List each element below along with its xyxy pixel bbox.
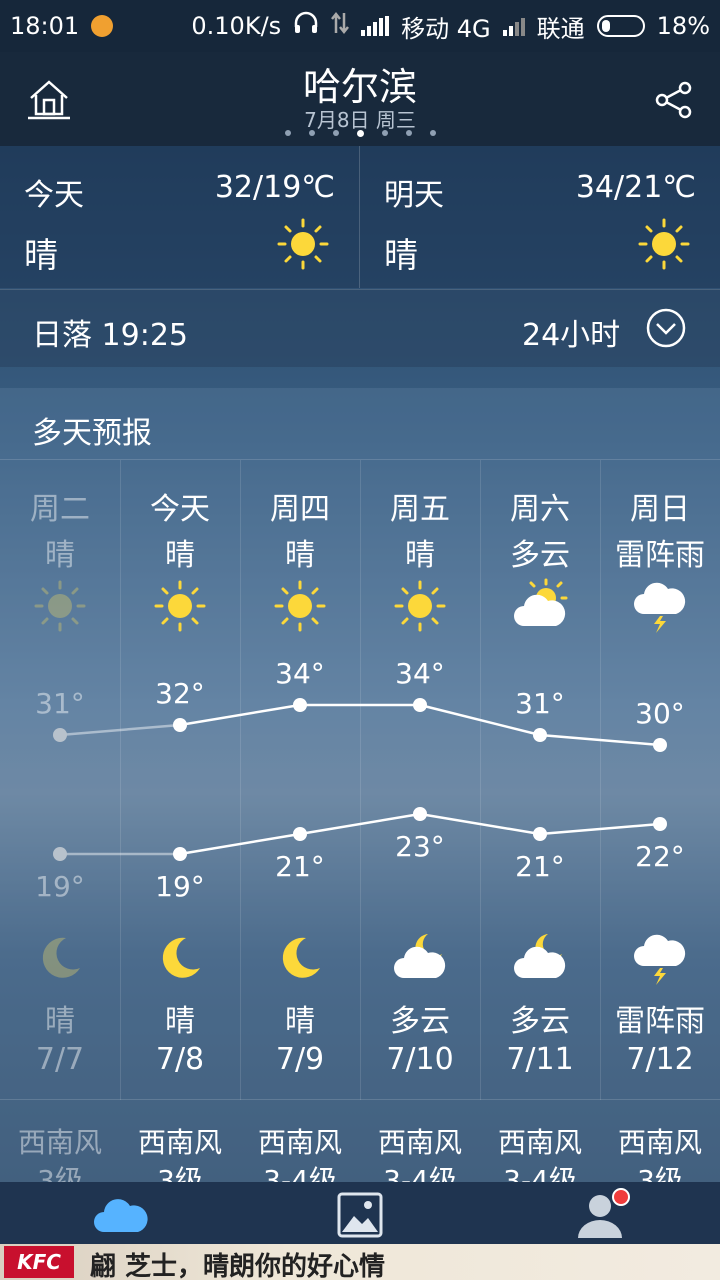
high-temp-point — [293, 698, 307, 712]
date-subtitle: 7月8日 周三 — [304, 108, 416, 132]
tomorrow-temp: 34/21℃ — [575, 170, 696, 205]
high-temp-label: 34° — [275, 657, 325, 690]
night-condition: 晴 — [165, 1004, 195, 1039]
low-temp-point — [173, 847, 187, 861]
today-label: 今天 — [24, 178, 84, 213]
high-temp-line — [59, 723, 181, 737]
low-temp-label: 21° — [275, 850, 325, 883]
low-temp-label: 19° — [35, 870, 85, 903]
headphone-icon — [293, 11, 319, 41]
tomorrow-condition: 晴 — [384, 236, 418, 276]
battery-icon — [596, 15, 645, 37]
network-speed: 0.10K/s — [191, 12, 282, 40]
chevron-down-icon[interactable] — [646, 308, 686, 348]
low-temp-point — [533, 827, 547, 841]
ad-text: 翩 芝士，晴朗你的好心情 — [90, 1252, 386, 1280]
today-summary[interactable]: 今天 32/19℃ 晴 — [0, 146, 360, 288]
low-temp-label: 21° — [515, 850, 565, 883]
share-icon[interactable] — [654, 80, 694, 120]
sunset-time: 日落 19:25 — [32, 318, 188, 353]
high-temp-label: 30° — [635, 697, 685, 730]
page-dot — [381, 130, 388, 136]
day-date: 7/8 — [155, 1042, 205, 1077]
tomorrow-summary[interactable]: 明天 34/21℃ 晴 — [360, 146, 720, 288]
night-condition: 晴 — [45, 1004, 75, 1039]
today-temp: 32/19℃ — [214, 170, 335, 205]
low-temp-point — [413, 807, 427, 821]
signal-icon-1 — [361, 16, 390, 36]
temperature-chart: 31° 32° 34° 34° 31° 30° 19° 19° 21° 23° 21° 22° — [35, 657, 685, 903]
status-time: 18:01 — [10, 12, 80, 40]
day-date: 7/12 — [626, 1042, 694, 1077]
low-temp-label: 19° — [155, 870, 205, 903]
low-temp-point — [653, 817, 667, 831]
page-indicator — [0, 130, 720, 137]
sun-icon — [636, 216, 692, 272]
page-dot — [405, 130, 412, 136]
app-notification-icon — [91, 15, 114, 37]
high-temp-point — [173, 718, 187, 732]
today-condition: 晴 — [24, 236, 58, 276]
wind-direction: 西南风 — [137, 1126, 222, 1159]
city-title[interactable]: 哈尔滨 — [0, 56, 720, 111]
ad-brand-logo: KFC — [4, 1246, 74, 1278]
wind-direction: 西南风 — [257, 1126, 342, 1159]
high-temp-label: 34° — [395, 657, 445, 690]
night-condition: 晴 — [285, 1004, 315, 1039]
page-dot — [356, 130, 364, 137]
data-transfer-icon — [331, 11, 350, 41]
ad-banner[interactable]: KFC 翩 芝士，晴朗你的好心情 — [0, 1244, 720, 1280]
high-temp-label: 31° — [515, 687, 565, 720]
picture-icon — [332, 1192, 388, 1240]
high-temp-label: 31° — [35, 687, 85, 720]
high-temp-line — [539, 733, 661, 747]
page-dot — [332, 130, 339, 136]
wind-direction: 西南风 — [17, 1126, 102, 1159]
sun-icon — [275, 216, 331, 272]
status-bar: 18:01 0.10K/s 移动 4G 联通 18% — [0, 0, 720, 52]
low-temp-label: 23° — [395, 830, 445, 863]
day-date: 7/11 — [506, 1042, 574, 1077]
wind-direction: 西南风 — [497, 1126, 582, 1159]
night-condition: 多云 — [510, 1004, 570, 1039]
low-temp-line — [539, 822, 661, 836]
carrier-2: 联通 — [536, 14, 585, 43]
low-temp-label: 22° — [635, 840, 685, 873]
tomorrow-label: 明天 — [384, 178, 444, 213]
cloud-icon — [92, 1192, 148, 1240]
battery-percent: 18% — [656, 12, 710, 40]
high-temp-point — [53, 728, 67, 742]
page-dot — [429, 130, 436, 136]
sunset-row[interactable]: 日落 19:25 24小时 — [0, 289, 720, 367]
carrier-1: 移动 4G — [401, 14, 491, 43]
day-date: 7/10 — [386, 1042, 454, 1077]
notification-badge — [612, 1188, 630, 1206]
page-dot — [284, 130, 291, 136]
wind-direction: 西南风 — [377, 1126, 462, 1159]
high-temp-point — [413, 698, 427, 712]
hourly-toggle-label[interactable]: 24小时 — [522, 310, 620, 354]
day-date: 7/7 — [35, 1042, 85, 1077]
high-temp-point — [533, 728, 547, 742]
wind-direction: 西南风 — [617, 1126, 702, 1159]
signal-icon-2 — [502, 16, 525, 36]
night-condition: 雷阵雨 — [615, 1004, 705, 1039]
page-dot — [308, 130, 315, 136]
low-temp-point — [293, 827, 307, 841]
low-temp-point — [53, 847, 67, 861]
high-temp-point — [653, 738, 667, 752]
high-temp-label: 32° — [155, 677, 205, 710]
day-date: 7/9 — [275, 1042, 325, 1077]
night-condition: 多云 — [390, 1004, 450, 1039]
app-header: 哈尔滨 7月8日 周三 — [0, 52, 720, 146]
